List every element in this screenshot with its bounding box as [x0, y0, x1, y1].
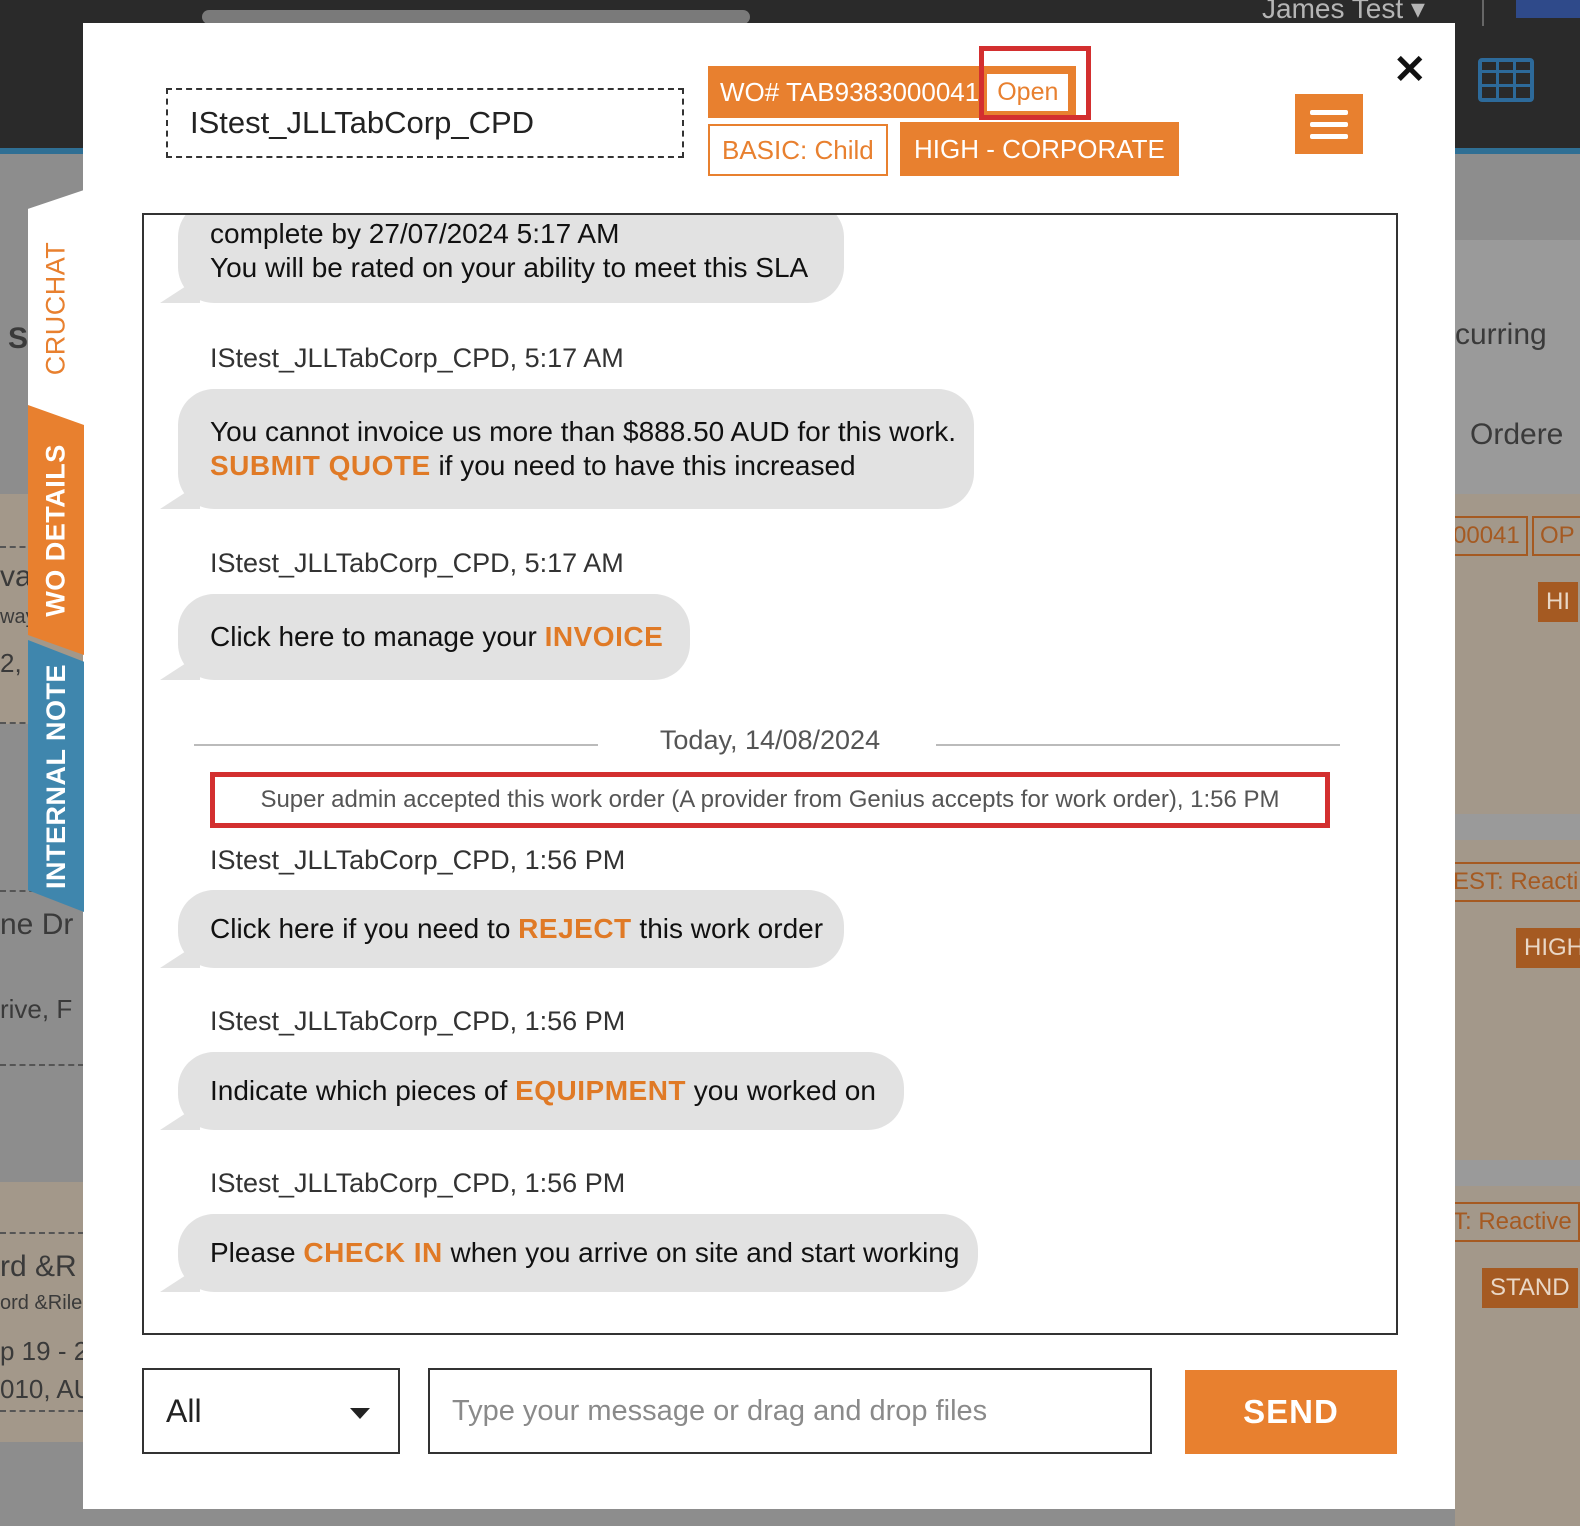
message-sender: IStest_JLLTabCorp_CPD, 5:17 AM: [210, 343, 624, 373]
chat-message-bubble: complete by 27/07/2024 5:17 AM You will …: [178, 215, 844, 303]
user-menu: James Test ▾: [1262, 0, 1425, 24]
work-order-number: WO# TAB9383000041: [720, 76, 980, 107]
recipient-filter-value: All: [166, 1392, 202, 1429]
date-separator: Today, 14/08/2024: [194, 723, 1346, 763]
message-text: You will be rated on your ability to mee…: [210, 252, 809, 283]
chat-message-bubble: Indicate which pieces of EQUIPMENT you w…: [178, 1052, 904, 1130]
hamburger-menu-button[interactable]: [1295, 94, 1363, 154]
background-tag: T: Reactive: [1445, 1202, 1580, 1242]
invoice-link[interactable]: INVOICE: [545, 621, 664, 652]
message-sender: IStest_JLLTabCorp_CPD, 1:56 PM: [210, 845, 626, 875]
close-icon[interactable]: ✕: [1393, 50, 1427, 90]
system-message: Super admin accepted this work order (A …: [210, 772, 1330, 828]
send-button[interactable]: SEND: [1185, 1370, 1397, 1454]
header-divider: [1482, 0, 1484, 26]
status-highlight-box: [979, 46, 1091, 120]
reject-link[interactable]: REJECT: [518, 913, 631, 944]
background-text: rive, F: [0, 994, 73, 1024]
message-text: SUBMIT QUOTE if you need to have this in…: [210, 450, 856, 481]
chat-message-bubble: You cannot invoice us more than $888.50 …: [178, 389, 974, 509]
type-badge: BASIC: Child: [708, 124, 888, 176]
tab-wo-details[interactable]: WO DETAILS: [28, 405, 84, 655]
chat-message-bubble: Click here to manage your INVOICE: [178, 594, 690, 680]
background-divider: [0, 1064, 84, 1066]
submit-quote-link[interactable]: SUBMIT QUOTE: [210, 450, 431, 481]
background-tag: EST: Reacti: [1445, 862, 1580, 902]
message-text: Please CHECK IN when you arrive on site …: [210, 1237, 960, 1268]
priority-badge: HIGH - CORPORATE: [900, 122, 1179, 176]
flag-icon: [1516, 0, 1580, 18]
background-text: curring: [1455, 318, 1547, 351]
hamburger-icon-bar: [1310, 121, 1348, 127]
message-text: You cannot invoice us more than $888.50 …: [210, 416, 957, 447]
message-text: complete by 27/07/2024 5:17 AM: [210, 218, 620, 249]
background-text: 2,: [0, 648, 22, 678]
app-search-bar: [202, 10, 750, 24]
tab-internal-note[interactable]: INTERNAL NOTE: [28, 640, 84, 912]
background-divider: [0, 1410, 84, 1412]
table-view-icon: [1478, 58, 1534, 102]
date-separator-label: Today, 14/08/2024: [659, 725, 881, 755]
message-text: Indicate which pieces of EQUIPMENT you w…: [210, 1075, 876, 1106]
background-tag: HI: [1538, 582, 1578, 622]
chat-messages-panel[interactable]: complete by 27/07/2024 5:17 AM You will …: [142, 213, 1398, 1335]
message-sender: IStest_JLLTabCorp_CPD, 1:56 PM: [210, 1006, 626, 1036]
background-text: Ordere: [1470, 418, 1564, 451]
background-text: ord &Rile: [0, 1292, 83, 1314]
equipment-link[interactable]: EQUIPMENT: [515, 1075, 686, 1106]
recipient-filter-select[interactable]: All: [142, 1368, 400, 1454]
tab-cruchat-label: CRUCHAT: [40, 241, 71, 375]
modal-title: IStest_JLLTabCorp_CPD: [166, 88, 684, 158]
background-tag: HIGH: [1516, 928, 1580, 968]
background-tag: STAND: [1482, 1268, 1578, 1308]
message-text: Click here to manage your INVOICE: [210, 621, 664, 652]
tab-wo-details-label: WO DETAILS: [40, 443, 71, 617]
check-in-link[interactable]: CHECK IN: [303, 1237, 442, 1268]
background-text: S: [8, 322, 29, 355]
background-text: va: [0, 560, 32, 593]
hamburger-icon-bar: [1310, 133, 1348, 139]
chat-message-bubble: Click here if you need to REJECT this wo…: [178, 890, 844, 968]
chat-message-bubble: Please CHECK IN when you arrive on site …: [178, 1214, 978, 1292]
background-divider: [0, 1232, 84, 1234]
background-text: ne Dr: [0, 908, 74, 941]
tab-cruchat[interactable]: CRUCHAT: [28, 190, 84, 426]
tab-internal-note-label: INTERNAL NOTE: [40, 663, 71, 889]
message-sender: IStest_JLLTabCorp_CPD, 5:17 AM: [210, 548, 624, 578]
chevron-down-icon: [350, 1408, 370, 1419]
background-text: p 19 - 2: [0, 1336, 89, 1366]
background-text: rd &R: [0, 1250, 77, 1283]
hamburger-icon-bar: [1310, 109, 1348, 115]
background-text: 010, AU: [0, 1374, 93, 1404]
background-tag: OP: [1532, 516, 1580, 556]
background-tag: 00041: [1445, 516, 1528, 556]
message-text: Click here if you need to REJECT this wo…: [210, 913, 824, 944]
message-sender: IStest_JLLTabCorp_CPD, 1:56 PM: [210, 1168, 626, 1198]
message-input[interactable]: [428, 1368, 1152, 1454]
